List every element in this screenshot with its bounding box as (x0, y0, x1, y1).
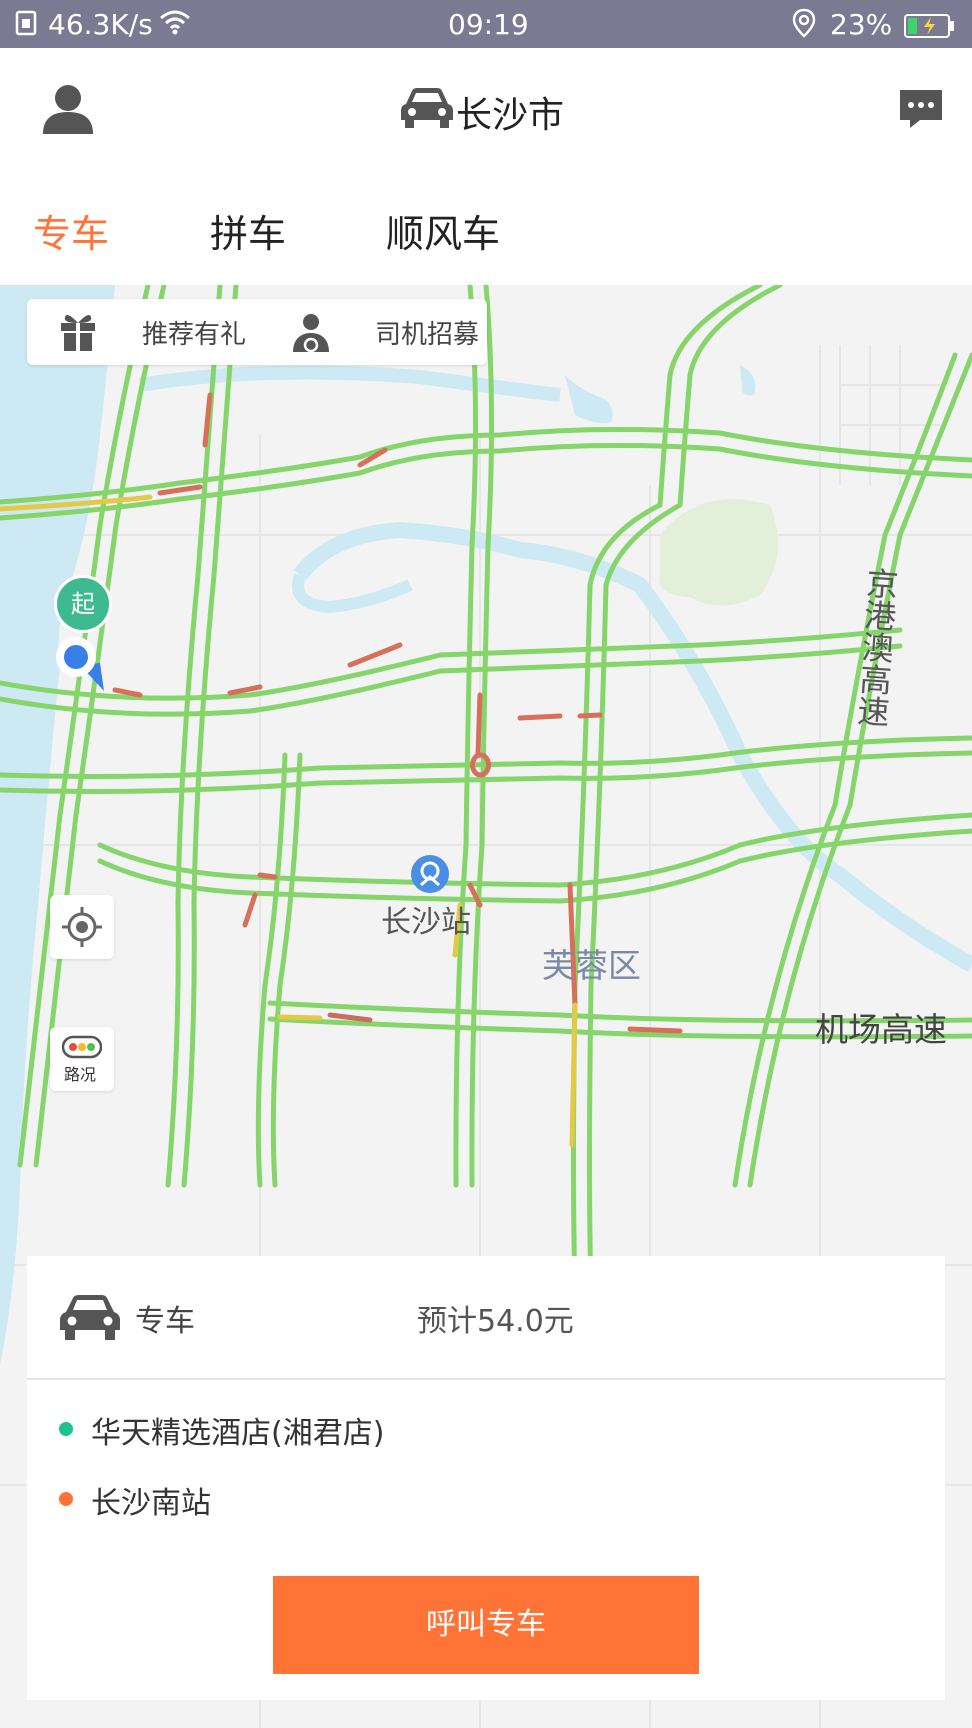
sim-icon (14, 9, 38, 44)
gift-icon (57, 311, 99, 357)
car-icon (59, 1292, 121, 1346)
driver-recruit-label: 司机招募 (375, 320, 480, 350)
traffic-light-icon (61, 1035, 103, 1063)
wifi-icon (158, 8, 192, 43)
highway-2-label: 机场高速 (815, 1010, 947, 1049)
current-location-marker (52, 635, 104, 695)
origin-dot (59, 1422, 73, 1436)
location-icon (791, 8, 817, 45)
service-row: 专车 预计54.0元 (27, 1256, 945, 1380)
start-marker[interactable]: 起 (54, 575, 112, 633)
promo-bar: 推荐有礼 司机招募 (27, 299, 487, 365)
crosshair-icon (62, 907, 102, 951)
referral-button[interactable]: 推荐有礼 (57, 309, 257, 355)
net-speed: 46.3K/s (48, 8, 153, 41)
profile-icon[interactable] (42, 82, 94, 138)
referral-label: 推荐有礼 (142, 320, 247, 350)
destination-dot (59, 1492, 73, 1506)
clock: 09:19 (448, 8, 529, 41)
traffic-button[interactable]: 路况 (50, 1027, 114, 1091)
status-bar: 46.3K/s 09:19 23% (0, 0, 972, 48)
tab-hitch-ride[interactable]: 顺风车 (386, 203, 500, 258)
station-icon (411, 855, 449, 897)
fare-estimate: 预计54.0元 (417, 1304, 574, 1339)
message-icon[interactable] (898, 88, 944, 134)
battery-icon (904, 12, 956, 45)
station-label: 长沙站 (381, 905, 471, 940)
tab-premium-car[interactable]: 专车 (33, 203, 109, 258)
service-name: 专车 (135, 1304, 195, 1339)
driver-recruit-button[interactable]: 司机招募 (290, 309, 479, 357)
call-car-button[interactable]: 呼叫专车 (273, 1576, 699, 1674)
battery-percent: 23% (830, 8, 893, 41)
origin-field[interactable]: 华天精选酒店(湘君店) (91, 1408, 384, 1452)
car-icon (400, 86, 454, 134)
destination-field[interactable]: 长沙南站 (91, 1478, 211, 1522)
driver-icon (290, 311, 332, 357)
traffic-label: 路况 (64, 1065, 97, 1084)
city-name: 长沙市 (456, 95, 565, 136)
app-header: 长沙市 专车 拼车 顺风车 (0, 48, 972, 285)
tab-carpool[interactable]: 拼车 (210, 203, 286, 258)
district-label: 芙蓉区 (542, 946, 641, 985)
locate-button[interactable] (50, 895, 114, 959)
